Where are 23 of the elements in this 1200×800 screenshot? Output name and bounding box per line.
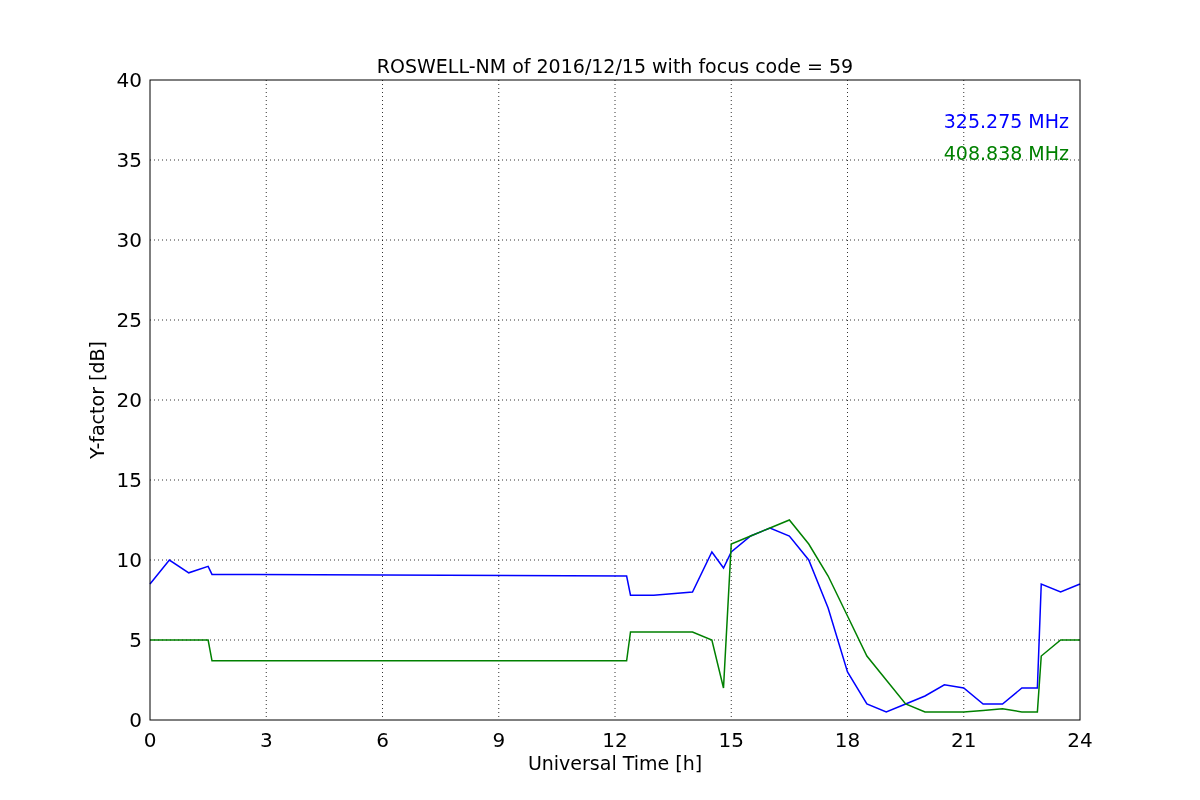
x-tick-label: 24 <box>1067 728 1093 752</box>
y-tick-label: 0 <box>129 708 142 732</box>
x-tick-label: 3 <box>259 728 273 752</box>
x-tick-label: 18 <box>834 728 861 752</box>
y-tick-label: 5 <box>129 628 142 652</box>
legend-label: 408.838 MHz <box>943 142 1069 164</box>
y-tick-label: 15 <box>116 468 142 492</box>
x-tick-label: 15 <box>718 728 744 752</box>
y-tick-label: 20 <box>116 388 142 412</box>
y-tick-label: 10 <box>116 548 142 572</box>
x-axis-label: Universal Time [h] <box>527 752 703 774</box>
x-tick-label: 12 <box>602 728 628 752</box>
x-tick-label: 0 <box>143 728 157 752</box>
chart-title: ROSWELL-NM of 2016/12/15 with focus code = 59 <box>376 55 854 77</box>
y-tick-label: 35 <box>116 148 142 172</box>
x-tick-label: 9 <box>492 728 506 752</box>
legend-label: 325.275 MHz <box>943 110 1069 132</box>
x-tick-label: 6 <box>376 728 389 752</box>
y-tick-label: 40 <box>116 68 142 92</box>
y-tick-label: 30 <box>116 228 142 252</box>
x-tick-label: 21 <box>951 728 977 752</box>
y-tick-label: 25 <box>116 308 142 332</box>
y-axis-label: Y-factor [dB] <box>86 341 108 459</box>
